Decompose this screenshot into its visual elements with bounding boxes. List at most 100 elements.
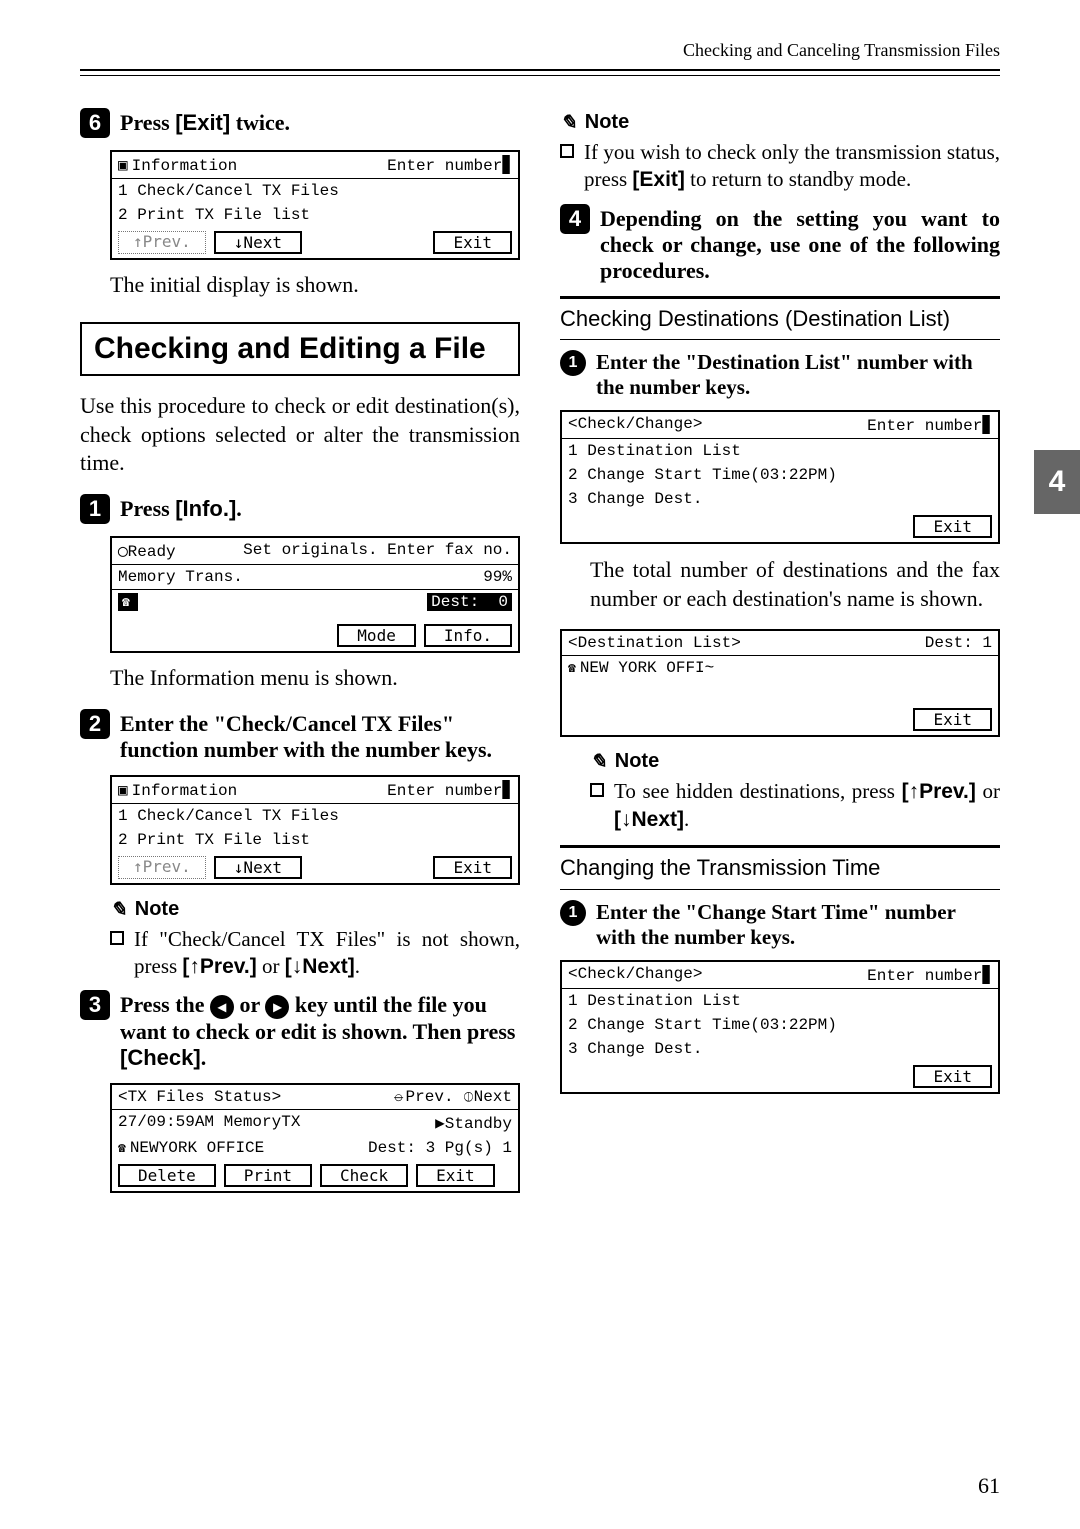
- page-number: 61: [978, 1473, 1000, 1499]
- step-number-6: 6: [80, 108, 110, 138]
- exit-button[interactable]: Exit: [433, 231, 512, 254]
- lcd-line: 2 Print TX File list: [112, 203, 518, 227]
- exit-button[interactable]: Exit: [913, 1065, 992, 1088]
- substep-text: Enter the "Destination List" number with…: [596, 350, 1000, 400]
- lcd-line: 3 Change Dest.: [562, 1037, 998, 1061]
- dest-label: Dest: 0: [427, 593, 512, 611]
- prev-key: [↑Prev.]: [902, 780, 976, 803]
- t: Press: [120, 110, 175, 135]
- dest-icon: [568, 659, 580, 677]
- step-1-text: Press [Info.].: [120, 494, 242, 522]
- memory-pct: 99%: [483, 568, 512, 586]
- delete-button[interactable]: Delete: [118, 1164, 216, 1187]
- caption: The Information menu is shown.: [110, 665, 520, 691]
- file-time: 27/09:59AM MemoryTX: [118, 1113, 300, 1133]
- lcd-title: <Destination List>: [568, 634, 741, 652]
- exit-button[interactable]: Exit: [913, 708, 992, 731]
- lcd-check-change-a: <Check/Change> Enter number 1 Destinatio…: [560, 410, 1000, 544]
- step-1: 1 Press [Info.].: [80, 494, 520, 524]
- note-item: To see hidden destinations, press [↑Prev…: [590, 778, 1000, 833]
- lcd-prompt: Enter number: [387, 780, 512, 800]
- lcd-line: 2 Change Start Time(03:22PM): [562, 463, 998, 487]
- step-2-text: Enter the "Check/Cancel TX Files" functi…: [120, 709, 520, 763]
- lcd-prompt: Set originals. Enter fax no.: [243, 541, 512, 561]
- info-button[interactable]: Info.: [424, 624, 512, 647]
- check-button[interactable]: Check: [320, 1164, 408, 1187]
- step-3: 3 Press the ◂ or ▸ key until the file yo…: [80, 990, 520, 1071]
- lcd-title: Information: [132, 782, 238, 800]
- t: or: [234, 992, 265, 1017]
- substep-text: Enter the "Change Start Time" number wit…: [596, 900, 1000, 950]
- lcd-line: 1 Check/Cancel TX Files: [112, 178, 518, 203]
- step-6-text: Press [Exit] twice.: [120, 108, 290, 136]
- running-header: Checking and Canceling Transmission File…: [80, 40, 1000, 61]
- next-button[interactable]: ↓Next: [214, 856, 302, 879]
- prev-key: [↑Prev.]: [182, 955, 256, 978]
- t: .: [201, 1045, 207, 1070]
- t: .: [684, 807, 689, 831]
- lcd-line: 3 Change Dest.: [562, 487, 998, 511]
- bullet-box-icon: [590, 783, 604, 797]
- step-number-2: 2: [80, 709, 110, 739]
- step-4: 4 Depending on the setting you want to c…: [560, 204, 1000, 284]
- subsection-heading: Checking Destinations (Destination List): [560, 305, 1000, 334]
- prev-button[interactable]: ↑Prev.: [118, 856, 206, 879]
- t: Press the: [120, 992, 210, 1017]
- lcd-title: <Check/Change>: [568, 415, 702, 435]
- step-number-3: 3: [80, 990, 110, 1020]
- next-key: [↓Next]: [285, 955, 355, 978]
- lcd-nav: ⦵Prev. ⦶Next: [392, 1088, 512, 1106]
- print-button[interactable]: Print: [224, 1164, 312, 1187]
- subsection-rule: [560, 845, 1000, 848]
- info-icon: Information: [118, 155, 237, 175]
- note-item: If "Check/Cancel TX Files" is not shown,…: [110, 926, 520, 981]
- substep-1a: 1 Enter the "Destination List" number wi…: [560, 350, 1000, 400]
- next-button[interactable]: ↓Next: [214, 231, 302, 254]
- header-rule-thin: [80, 75, 1000, 76]
- lcd-line: 1 Destination List: [562, 438, 998, 463]
- bullet-box-icon: [560, 144, 574, 158]
- lcd-line: 2 Print TX File list: [112, 828, 518, 852]
- substep-1b: 1 Enter the "Change Start Time" number w…: [560, 900, 1000, 950]
- pencil-icon: ✎: [110, 897, 127, 922]
- circle-number-1: 1: [560, 900, 586, 926]
- lcd-ready: ◯Ready Set originals. Enter fax no. Memo…: [110, 536, 520, 653]
- lcd-check-change-b: <Check/Change> Enter number 1 Destinatio…: [560, 960, 1000, 1094]
- note-heading: ✎Note: [560, 110, 1000, 135]
- lcd-info-1: Information Enter number 1 Check/Cancel …: [110, 150, 520, 260]
- note-heading: ✎Note: [110, 897, 520, 922]
- exit-button[interactable]: Exit: [433, 856, 512, 879]
- circle-number-1: 1: [560, 350, 586, 376]
- t: or: [976, 779, 1000, 803]
- header-rule: [80, 69, 1000, 71]
- check-key: [Check]: [120, 1045, 201, 1070]
- mode-button[interactable]: Mode: [337, 624, 416, 647]
- t: Press: [120, 496, 175, 521]
- exit-button[interactable]: Exit: [913, 515, 992, 538]
- info-key: [Info.]: [175, 496, 236, 521]
- lcd-line: 1 Destination List: [562, 988, 998, 1013]
- lcd-prompt: Enter number: [387, 155, 512, 175]
- lcd-destination-list: <Destination List> Dest: 1 NEW YORK OFFI…: [560, 629, 1000, 737]
- t: or: [257, 954, 285, 978]
- lcd-prompt: Enter number: [867, 415, 992, 435]
- step-number-1: 1: [80, 494, 110, 524]
- lcd-line: 1 Check/Cancel TX Files: [112, 803, 518, 828]
- step-6: 6 Press [Exit] twice.: [80, 108, 520, 138]
- lcd-prompt: Enter number: [867, 965, 992, 985]
- dest-pages: Dest: 3 Pg(s) 1: [368, 1139, 512, 1157]
- dest-count: Dest: 1: [925, 634, 992, 652]
- subsection-rule: [560, 889, 1000, 890]
- intro-paragraph: Use this procedure to check or edit dest…: [80, 392, 520, 478]
- prev-button[interactable]: ↑Prev.: [118, 231, 206, 254]
- right-arrow-icon: ▸: [265, 995, 289, 1019]
- exit-key: [Exit]: [175, 110, 230, 135]
- dest-name: NEW YORK OFFI~: [580, 659, 714, 677]
- next-key: [↓Next]: [614, 808, 684, 831]
- step-2: 2 Enter the "Check/Cancel TX Files" func…: [80, 709, 520, 763]
- bullet-box-icon: [110, 931, 124, 945]
- lcd-title: <TX Files Status>: [118, 1088, 281, 1106]
- left-arrow-icon: ◂: [210, 995, 234, 1019]
- exit-button[interactable]: Exit: [416, 1164, 495, 1187]
- t: .: [236, 496, 242, 521]
